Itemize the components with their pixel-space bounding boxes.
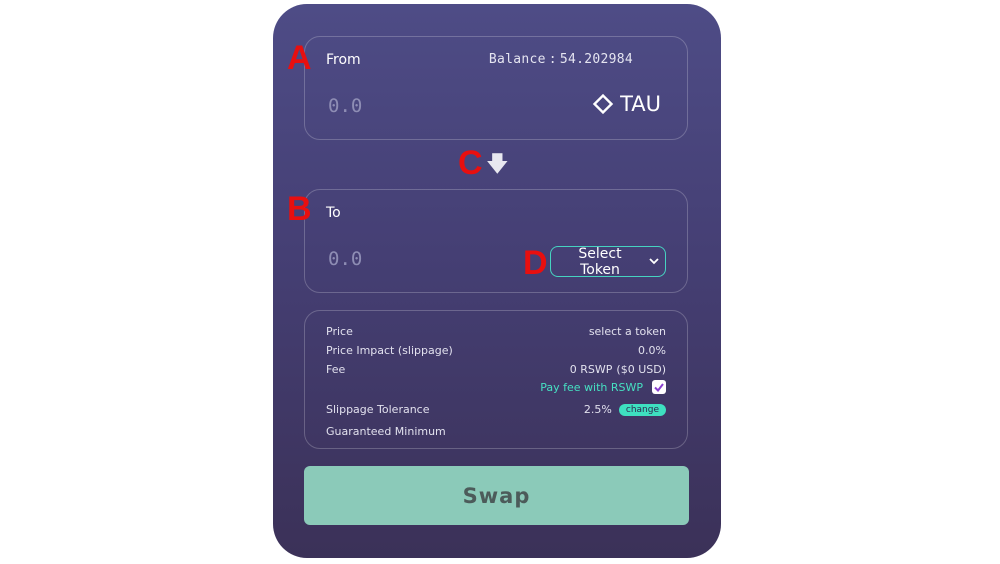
balance-label: Balance (488, 52, 546, 67)
swap-card: From Balance:54.202984 TAU 🡇 To Select T… (273, 4, 721, 558)
swap-button[interactable]: Swap (304, 466, 689, 525)
fee-row: Fee 0 RSWP ($0 USD) (326, 363, 666, 379)
chevron-down-icon (649, 258, 659, 265)
from-amount-input[interactable] (326, 91, 500, 121)
from-token[interactable]: TAU (592, 92, 661, 116)
diamond-icon (592, 93, 614, 115)
pay-fee-checkbox[interactable] (652, 380, 666, 394)
from-label: From (326, 52, 361, 68)
change-slippage-button[interactable]: change (618, 404, 666, 416)
from-panel: From Balance:54.202984 TAU (304, 36, 688, 140)
pay-fee-option[interactable]: Pay fee with RSWP (540, 380, 666, 394)
guaranteed-minimum-row: Guaranteed Minimum (326, 425, 666, 441)
to-panel: To Select Token (304, 189, 688, 293)
fee-label: Fee (326, 363, 346, 376)
balance-value: 54.202984 (559, 52, 633, 67)
to-amount-input[interactable] (326, 244, 500, 274)
info-panel: Price select a token Price Impact (slipp… (304, 310, 688, 449)
balance-separator: : (548, 52, 557, 67)
annotation-marker-d: D (523, 244, 548, 282)
fee-value-group: 0 RSWP ($0 USD) (570, 363, 666, 376)
slippage-value-group: 2.5% change (584, 403, 666, 416)
price-row: Price select a token (326, 325, 666, 341)
price-impact-label: Price Impact (slippage) (326, 344, 453, 357)
guaranteed-minimum-label: Guaranteed Minimum (326, 425, 446, 438)
from-token-name: TAU (620, 92, 661, 116)
select-token-button[interactable]: Select Token (550, 245, 666, 278)
annotation-marker-a: A (287, 39, 312, 77)
annotation-marker-b: B (287, 190, 312, 228)
arrow-down-icon[interactable]: 🡇 (486, 154, 509, 176)
fee-value: 0 RSWP (569, 363, 613, 376)
price-value: select a token (588, 325, 666, 338)
slippage-value: 2.5% (583, 403, 612, 416)
annotation-marker-c: C (458, 144, 483, 182)
slippage-label: Slippage Tolerance (326, 403, 430, 416)
check-icon (654, 382, 664, 392)
price-impact-value: 0.0% (638, 344, 666, 357)
to-label: To (326, 205, 341, 221)
pay-fee-label: Pay fee with RSWP (540, 380, 643, 394)
select-token-label: Select Token (578, 245, 622, 278)
fee-usd: ($0 USD) (616, 363, 666, 376)
price-impact-row: Price Impact (slippage) 0.0% (326, 344, 666, 360)
price-label: Price (326, 325, 353, 338)
balance-display: Balance:54.202984 (489, 52, 633, 67)
slippage-row: Slippage Tolerance 2.5% change (326, 403, 666, 419)
